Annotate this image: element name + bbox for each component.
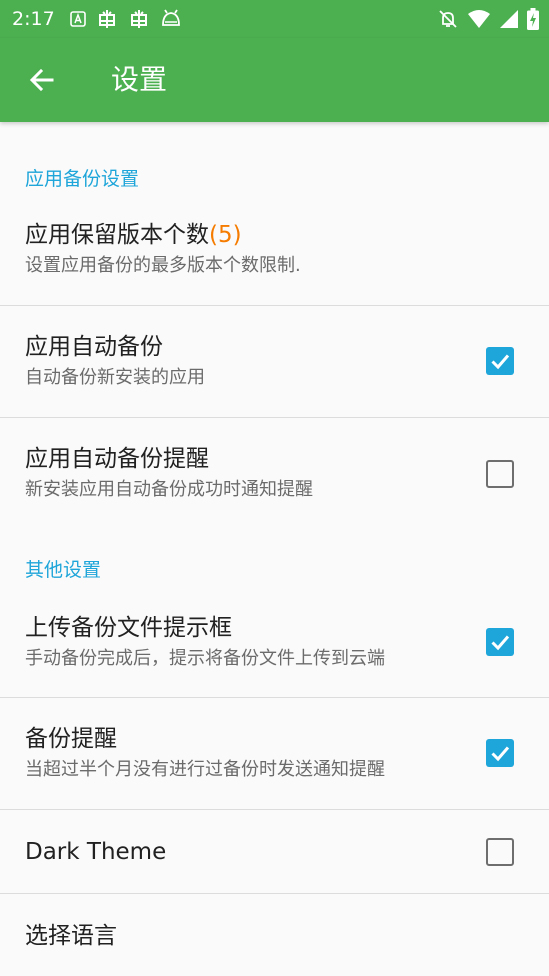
pref-summary: 新安装应用自动备份成功时通知提醒 [25,479,313,500]
pref-summary: 自动备份新安装的应用 [25,367,205,388]
status-time: 2:17 [12,8,55,30]
pref-keep-versions[interactable]: 应用保留版本个数(5) 设置应用备份的最多版本个数限制. [0,212,549,306]
check-icon [491,746,510,762]
backup-reminder-checkbox[interactable] [486,739,514,767]
pref-dark-theme[interactable]: Dark Theme [0,810,549,893]
auto-backup-checkbox[interactable] [486,347,514,375]
pref-title: 应用自动备份 [25,334,163,360]
pref-upload-prompt[interactable]: 上传备份文件提示框 手动备份完成后，提示将备份文件上传到云端 [0,596,549,697]
pref-title: Dark Theme [25,839,167,865]
app-bar: 设置 [0,38,549,122]
pref-summary: 设置应用备份的最多版本个数限制. [25,255,301,276]
pref-title: 上传备份文件提示框 [25,615,232,641]
pref-title-text: 应用保留版本个数 [25,222,209,248]
pref-auto-backup-reminder[interactable]: 应用自动备份提醒 新安装应用自动备份成功时通知提醒 [0,418,549,518]
pref-title: 备份提醒 [25,726,117,752]
bug-icon [99,10,115,28]
pref-title: 应用保留版本个数(5) [25,219,242,251]
pref-backup-reminder[interactable]: 备份提醒 当超过半个月没有进行过备份时发送通知提醒 [0,698,549,809]
battery-charging-icon [527,8,539,30]
check-icon [491,354,510,370]
version-count: (5) [209,222,242,248]
page-title: 设置 [111,63,168,96]
pref-summary: 手动备份完成后，提示将备份文件上传到云端 [25,648,385,669]
pref-summary: 当超过半个月没有进行过备份时发送通知提醒 [25,759,385,780]
arrow-left-icon [29,68,54,92]
pref-auto-backup[interactable]: 应用自动备份 自动备份新安装的应用 [0,306,549,417]
upload-prompt-checkbox[interactable] [486,628,514,656]
auto-backup-reminder-checkbox[interactable] [486,460,514,488]
cellular-signal-icon [500,10,518,28]
system-status-icons [437,6,539,32]
check-icon [491,635,510,651]
android-notification-icon [162,9,180,26]
settings-list: 应用备份设置 应用保留版本个数(5) 设置应用备份的最多版本个数限制. 应用自动… [0,122,549,976]
pref-title: 选择语言 [25,923,117,949]
pref-title: 应用自动备份提醒 [25,446,209,472]
notification-icons [70,6,182,32]
back-button[interactable] [18,56,66,104]
dark-theme-checkbox[interactable] [486,838,514,866]
keyboard-a-icon [70,11,86,27]
notifications-off-icon [439,10,457,28]
status-bar: 2:17 [0,0,549,38]
bug-icon [131,10,147,28]
section-header-other: 其他设置 [25,559,102,581]
wifi-icon [468,10,490,28]
section-header-app-backup: 应用备份设置 [25,168,140,190]
pref-language[interactable]: 选择语言 [0,894,549,976]
